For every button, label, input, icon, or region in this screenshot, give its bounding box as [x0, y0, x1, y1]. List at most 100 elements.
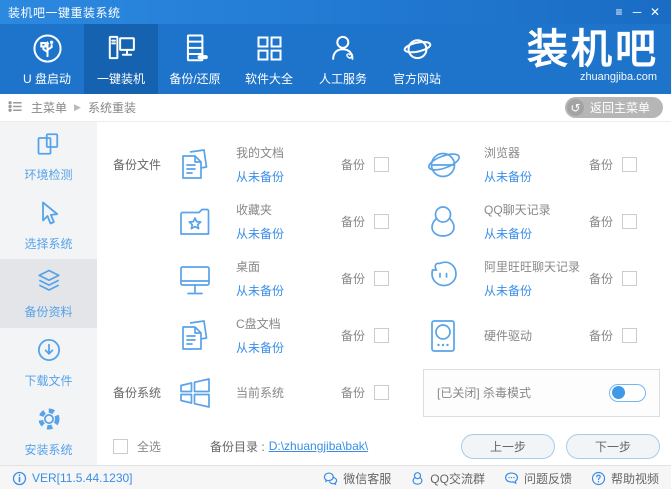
backup-item-my-documents: 我的文档 从未备份 备份 [175, 136, 423, 193]
computer-icon [105, 32, 138, 65]
help-icon [591, 471, 606, 486]
antivirus-mode-label: [已关闭] 杀毒模式 [437, 386, 532, 400]
wechat-support-link[interactable]: 微信客服 [323, 470, 391, 487]
backup-label: 备份 [340, 158, 365, 172]
backup-checkbox-my-documents[interactable] [374, 157, 389, 172]
backup-checkbox-wangwang-chat[interactable] [622, 271, 637, 286]
backup-dir-label: 备份目录 : [210, 439, 265, 454]
sidebar-item-select-system[interactable]: 选择系统 [0, 191, 97, 260]
row-label-spacer [97, 193, 175, 250]
status-link-label: QQ交流群 [430, 471, 485, 486]
backup-item-wangwang-chat: 阿里旺旺聊天记录 从未备份 备份 [423, 250, 671, 307]
item-name: 我的文档 [236, 146, 285, 160]
desktop-icon [175, 259, 215, 299]
back-to-main-menu-button[interactable]: ↺ 返回主菜单 [564, 97, 663, 118]
help-video-link[interactable]: 帮助视频 [591, 470, 659, 487]
feedback-link[interactable]: 问题反馈 [504, 470, 572, 487]
row-label-spacer [97, 307, 175, 364]
toggle-knob [612, 386, 625, 399]
server-icon [179, 32, 212, 65]
backup-item-current-system: 当前系统 备份 [175, 364, 423, 421]
sidebar-item-env-check[interactable]: 环境检测 [0, 122, 97, 191]
item-status-link[interactable]: 从未备份 [236, 339, 284, 356]
backup-grid: 备份文件 我的文档 从未备份 备份 浏览器 从未备份 备份 收藏夹 从未备份 备… [97, 122, 671, 421]
logo: 装机吧 zhuangjiba.com [527, 29, 659, 83]
backup-label: 备份 [588, 272, 613, 286]
documents-icon [175, 145, 215, 185]
item-status-link[interactable]: 从未备份 [484, 168, 532, 185]
item-status-link[interactable]: 从未备份 [236, 225, 284, 242]
select-all-checkbox[interactable] [113, 438, 128, 454]
previous-step-button[interactable]: 上一步 [461, 433, 555, 459]
backup-checkbox-favorites[interactable] [374, 214, 389, 229]
item-status-link[interactable]: 从未备份 [236, 282, 284, 299]
nav-item-label: 软件大全 [244, 71, 293, 86]
nav-item-software-collection[interactable]: 软件大全 [232, 24, 306, 94]
logo-text: 装机吧 [527, 25, 659, 73]
minimize-icon[interactable]: ─ [629, 3, 645, 21]
item-status-link[interactable]: 从未备份 [484, 225, 551, 242]
antivirus-toggle[interactable] [609, 383, 646, 402]
backup-checkbox-browser[interactable] [622, 157, 637, 172]
status-links: 微信客服 QQ交流群 问题反馈 帮助视频 [323, 470, 659, 487]
list-icon [8, 99, 23, 117]
nav-item-official-site[interactable]: 官方网站 [380, 24, 454, 94]
item-name: 当前系统 [236, 386, 285, 400]
backup-item-c-drive-docs: C盘文档 从未备份 备份 [175, 307, 423, 364]
feedback-icon [504, 471, 519, 486]
backup-checkbox-qq-chat[interactable] [622, 214, 637, 229]
body: 环境检测 选择系统 备份资料 下载文件 安装系统 备份文件 我的文档 从未备份 … [0, 122, 671, 465]
item-name: QQ聊天记录 [484, 203, 551, 217]
backup-label: 备份 [340, 329, 365, 343]
backup-label: 备份 [340, 215, 365, 229]
sidebar-item-label: 下载文件 [24, 374, 73, 389]
backup-dir-link[interactable]: D:\zhuangjiba\bak\ [269, 439, 368, 453]
close-icon[interactable]: ✕ [647, 3, 663, 21]
nav-item-backup-restore[interactable]: 备份/还原 [158, 24, 232, 94]
sidebar-item-install-system[interactable]: 安装系统 [0, 396, 97, 465]
step-buttons: 上一步 下一步 [461, 433, 660, 459]
qq-group-link[interactable]: QQ交流群 [410, 470, 485, 487]
backup-label: 备份 [588, 215, 613, 229]
item-status-link[interactable]: 从未备份 [236, 168, 284, 185]
backup-checkbox-c-drive-docs[interactable] [374, 328, 389, 343]
sidebar-item-label: 环境检测 [24, 168, 73, 183]
nav-item-one-click-install[interactable]: 一键装机 [84, 24, 158, 94]
status-link-label: 帮助视频 [610, 471, 659, 486]
item-name: C盘文档 [236, 317, 281, 331]
person-icon [327, 32, 360, 65]
next-step-button[interactable]: 下一步 [566, 433, 660, 459]
item-name: 浏览器 [484, 146, 521, 160]
info-icon [12, 471, 27, 486]
backup-checkbox-desktop[interactable] [374, 271, 389, 286]
item-status-link[interactable]: 从未备份 [484, 282, 580, 299]
item-name: 收藏夹 [236, 203, 273, 217]
cursor-icon [34, 198, 64, 228]
usb-icon [31, 32, 64, 65]
qq-icon [423, 202, 463, 242]
select-all-label: 全选 [137, 439, 162, 454]
sidebar-item-backup-data[interactable]: 备份资料 [0, 259, 97, 328]
version-text: VER[11.5.44.1230] [32, 471, 133, 485]
backup-checkbox-hardware-drivers[interactable] [622, 328, 637, 343]
backup-label: 备份 [588, 329, 613, 343]
title-bar: 装机吧一键重装系统 ≡ ─ ✕ [0, 0, 671, 24]
nav-item-label: 一键装机 [96, 71, 145, 86]
download-icon [34, 335, 64, 365]
backup-checkbox-current-system[interactable] [374, 385, 389, 400]
browser-icon [423, 145, 463, 185]
breadcrumb-separator-icon: ▶ [74, 102, 81, 112]
backup-system-label: 备份系统 [113, 386, 162, 400]
wangwang-icon [423, 259, 463, 299]
backup-item-favorites: 收藏夹 从未备份 备份 [175, 193, 423, 250]
favorites-folder-icon [175, 202, 215, 242]
backup-item-qq-chat: QQ聊天记录 从未备份 备份 [423, 193, 671, 250]
sidebar-item-download-files[interactable]: 下载文件 [0, 328, 97, 397]
nav-item-customer-service[interactable]: 人工服务 [306, 24, 380, 94]
menu-icon[interactable]: ≡ [611, 3, 627, 21]
grid-icon [253, 32, 286, 65]
breadcrumb-root[interactable]: 主菜单 [31, 99, 67, 116]
hard-drive-icon [423, 316, 463, 356]
row-label-spacer [97, 250, 175, 307]
nav-item-usb-boot[interactable]: U 盘启动 [10, 24, 84, 94]
